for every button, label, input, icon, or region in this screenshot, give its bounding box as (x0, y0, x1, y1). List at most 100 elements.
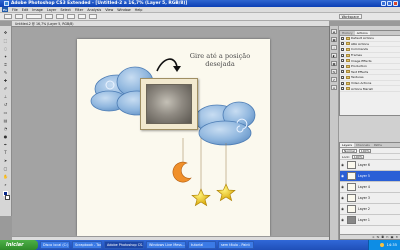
eye-icon[interactable]: ◉ (341, 163, 345, 167)
new-layer-icon[interactable]: ▣ (391, 235, 394, 239)
taskbar-item[interactable]: tutorial (188, 241, 216, 249)
healing-brush-tool-icon[interactable]: ✚ (2, 77, 10, 83)
dodge-tool-icon[interactable]: ● (2, 133, 10, 139)
eye-icon[interactable]: ◉ (341, 174, 345, 178)
styles-panel-icon[interactable]: fx (331, 69, 337, 74)
checkmark-icon[interactable]: ✓ (341, 70, 344, 74)
maximize-button[interactable] (387, 1, 392, 6)
opacity-field[interactable]: 100% (358, 148, 372, 153)
tab-actions[interactable]: Actions (354, 31, 370, 35)
taskbar-item[interactable]: Windows Live Mess... (146, 241, 186, 249)
new-group-icon[interactable]: ▭ (386, 235, 389, 239)
checkmark-icon[interactable]: ✓ (341, 64, 344, 68)
gradient-tool-icon[interactable]: ▤ (2, 117, 10, 123)
taskbar-item[interactable]: Disco local (C:) (40, 241, 70, 249)
checkmark-icon[interactable]: ✓ (341, 87, 344, 91)
pen-tool-icon[interactable]: ✒ (2, 141, 10, 147)
checkmark-icon[interactable]: ✓ (341, 81, 344, 85)
swatches-panel-icon[interactable]: ▩ (331, 61, 337, 66)
brush-tool-icon[interactable]: ✐ (2, 85, 10, 91)
tray-icon[interactable] (379, 243, 384, 247)
menu-view[interactable]: View (105, 8, 113, 12)
workspace-dropdown[interactable]: Workspace (338, 14, 362, 19)
minimize-button[interactable] (381, 1, 386, 6)
distribute-button[interactable] (89, 14, 97, 19)
action-set[interactable]: ✓ Actions Mariah (340, 86, 400, 92)
tool-preset-picker[interactable] (4, 14, 12, 19)
hand-tool-icon[interactable]: ✋ (2, 173, 10, 179)
checkmark-icon[interactable]: ✓ (341, 75, 344, 79)
taskbar-item[interactable]: sem título - Paint (218, 241, 254, 249)
clone-stamp-tool-icon[interactable]: ⊥ (2, 93, 10, 99)
history-brush-tool-icon[interactable]: ↺ (2, 101, 10, 107)
layer-style-icon[interactable]: fx (377, 235, 380, 239)
path-selection-tool-icon[interactable]: ➤ (2, 157, 10, 163)
background-color-swatch[interactable] (5, 195, 10, 200)
document-tab[interactable]: Untitled-2 @ 16,7% (Layer 5, RGB/8) (12, 21, 329, 27)
option-auto-select[interactable] (15, 14, 23, 19)
menu-analysis[interactable]: Analysis (87, 8, 101, 12)
lasso-tool-icon[interactable]: ◌ (2, 45, 10, 51)
scrapbook-canvas[interactable]: Gire até a posição desejada (77, 39, 270, 236)
character-panel-icon[interactable]: A (331, 85, 337, 90)
layer-thumbnail (347, 194, 356, 202)
fill-field[interactable]: 100% (351, 154, 365, 159)
blend-mode-select[interactable]: Normal (342, 148, 357, 153)
tab-history[interactable]: History (340, 31, 355, 35)
menu-select[interactable]: Select (60, 8, 70, 12)
checkmark-icon[interactable]: ✓ (341, 47, 344, 51)
option-transform-controls[interactable] (45, 14, 53, 19)
align-center-button[interactable] (67, 14, 75, 19)
layer-row[interactable]: ◉ Layer 4 (340, 182, 400, 193)
link-layers-icon[interactable]: ∞ (372, 235, 375, 239)
option-layer-select[interactable] (26, 14, 42, 19)
marquee-tool-icon[interactable]: ⬚ (2, 37, 10, 43)
zoom-tool-icon[interactable]: ⌕ (2, 181, 10, 187)
tab-channels[interactable]: Channels (354, 143, 372, 147)
blur-tool-icon[interactable]: ◔ (2, 125, 10, 131)
menu-file[interactable]: File (12, 8, 18, 12)
magic-wand-tool-icon[interactable]: ✦ (2, 53, 10, 59)
layer-row[interactable]: ◉ Layer 2 (340, 204, 400, 215)
photo-frame[interactable] (140, 78, 198, 130)
checkmark-icon[interactable]: ✓ (341, 36, 344, 40)
type-tool-icon[interactable]: T (2, 149, 10, 155)
menu-help[interactable]: Help (135, 8, 143, 12)
align-right-button[interactable] (78, 14, 86, 19)
menu-layer[interactable]: Layer (47, 8, 56, 12)
delete-layer-icon[interactable]: ✕ (395, 235, 398, 239)
eye-icon[interactable]: ◉ (341, 207, 345, 211)
layer-row[interactable]: ◉ Layer 1 (340, 215, 400, 226)
layer-row[interactable]: ◉ Layer 3 (340, 193, 400, 204)
navigator-panel-icon[interactable]: ◈ (331, 29, 337, 34)
crop-tool-icon[interactable]: ⌗ (2, 61, 10, 67)
layer-row-selected[interactable]: ◉ Layer 5 (340, 171, 400, 182)
menu-window[interactable]: Window (117, 8, 130, 12)
eye-icon[interactable]: ◉ (341, 196, 345, 200)
color-panel-icon[interactable]: ◐ (331, 53, 337, 58)
move-tool-icon[interactable]: ✥ (2, 29, 10, 35)
checkmark-icon[interactable]: ✓ (341, 59, 344, 63)
shape-tool-icon[interactable]: ▢ (2, 165, 10, 171)
start-button[interactable]: Iniciar (0, 240, 38, 250)
histogram-panel-icon[interactable]: ▦ (331, 37, 337, 42)
taskbar-item[interactable]: Scrapbook - Todos... (72, 241, 102, 249)
brushes-panel-icon[interactable]: ✐ (331, 77, 337, 82)
add-mask-icon[interactable]: ◘ (381, 235, 383, 239)
eye-icon[interactable]: ◉ (341, 185, 345, 189)
info-panel-icon[interactable]: i (331, 45, 337, 50)
menu-edit[interactable]: Edit (22, 8, 29, 12)
layer-row[interactable]: ◉ Layer 6 (340, 160, 400, 171)
eraser-tool-icon[interactable]: ▭ (2, 109, 10, 115)
checkmark-icon[interactable]: ✓ (341, 53, 344, 57)
eyedropper-tool-icon[interactable]: ✎ (2, 69, 10, 75)
menu-filter[interactable]: Filter (75, 8, 83, 12)
checkmark-icon[interactable]: ✓ (341, 42, 344, 46)
close-button[interactable] (393, 1, 398, 6)
tab-layers[interactable]: Layers (340, 143, 354, 147)
eye-icon[interactable]: ◉ (341, 218, 345, 222)
tab-paths[interactable]: Paths (372, 143, 384, 147)
taskbar-item-active[interactable]: Adobe Photoshop CS... (104, 241, 144, 249)
menu-image[interactable]: Image (32, 8, 43, 12)
align-left-button[interactable] (56, 14, 64, 19)
